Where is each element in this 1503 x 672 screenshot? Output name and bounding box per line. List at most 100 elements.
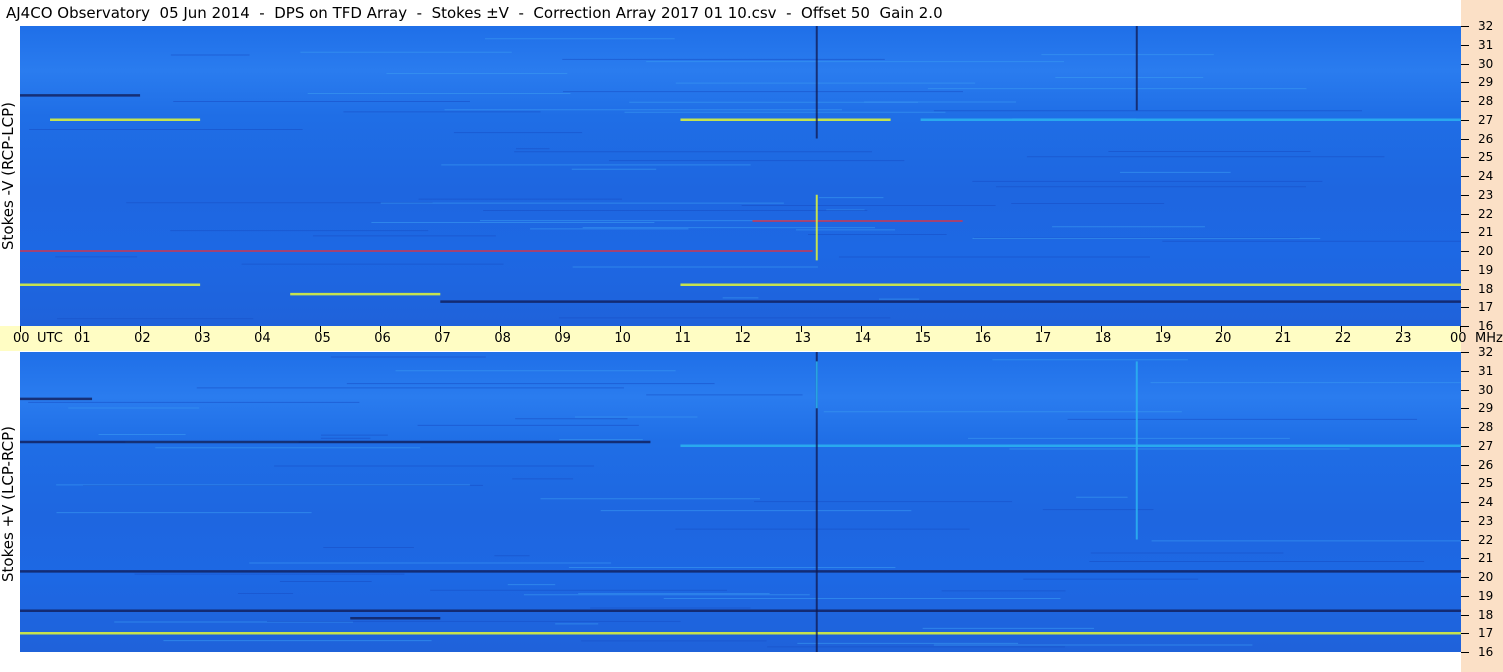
frequency-tick-label: 31 — [1478, 37, 1494, 52]
heatmap-top-panel — [20, 26, 1461, 326]
frequency-tick-label: 22 — [1478, 206, 1494, 221]
time-tick-label: 07 — [434, 331, 451, 346]
time-tick-label: 17 — [1034, 331, 1052, 346]
frequency-tick-label: 22 — [1478, 532, 1494, 547]
frequency-tick-mark — [1461, 288, 1469, 290]
frequency-tick-label: 25 — [1478, 476, 1494, 491]
frequency-tick-mark — [1461, 26, 1469, 27]
frequency-tick-label: 17 — [1478, 300, 1494, 315]
frequency-tick-mark — [1461, 595, 1469, 597]
frequency-tick-label: 31 — [1478, 363, 1494, 378]
time-tick-label: 22 — [1334, 331, 1352, 346]
frequency-tick-label: 30 — [1478, 382, 1494, 397]
frequency-tick-label: 27 — [1478, 438, 1494, 453]
frequency-tick-mark — [1461, 307, 1469, 309]
frequency-tick-label: 29 — [1478, 75, 1494, 90]
frequency-tick-mark — [1461, 119, 1469, 121]
frequency-tick-label: 25 — [1478, 150, 1494, 165]
time-tick-label: 18 — [1094, 331, 1112, 346]
frequency-tick-label: 16 — [1478, 319, 1494, 333]
time-tick-label: 06 — [374, 331, 391, 346]
frequency-tick-label: 19 — [1478, 262, 1494, 277]
frequency-tick-label: 24 — [1478, 495, 1494, 509]
frequency-tick-mark — [1461, 558, 1469, 560]
frequency-tick-mark — [1461, 194, 1469, 196]
time-axis-band — [0, 326, 1461, 351]
frequency-tick-label: 24 — [1478, 169, 1494, 183]
time-tick-label: 12 — [734, 331, 752, 346]
y-axis-label-bottom: Stokes +V (LCP-RCP) — [0, 426, 17, 582]
frequency-tick-label: 27 — [1478, 112, 1494, 127]
heatmap-bottom-canvas — [20, 352, 1461, 652]
frequency-tick-label: 28 — [1478, 420, 1494, 434]
frequency-tick-label: 32 — [1478, 19, 1494, 33]
frequency-tick-mark — [1461, 44, 1469, 46]
frequency-tick-mark — [1461, 352, 1469, 353]
time-tick-label: 03 — [194, 331, 211, 346]
time-tick-label: 11 — [674, 331, 691, 346]
time-tick-label: 04 — [254, 331, 271, 346]
frequency-tick-mark — [1461, 614, 1469, 616]
frequency-tick-label: 17 — [1478, 626, 1494, 641]
time-tick-label: 14 — [854, 331, 872, 346]
frequency-tick-mark — [1461, 63, 1469, 65]
time-tick-label: 08 — [494, 331, 511, 346]
frequency-tick-label: 23 — [1478, 187, 1494, 202]
frequency-axis-unit-label: MHz — [1475, 331, 1503, 346]
frequency-tick-mark — [1461, 408, 1469, 410]
frequency-tick-label: 20 — [1478, 570, 1494, 584]
frequency-tick-label: 20 — [1478, 244, 1494, 258]
frequency-tick-label: 30 — [1478, 56, 1494, 71]
time-tick-label: 15 — [914, 331, 932, 346]
frequency-tick-label: 19 — [1478, 588, 1494, 603]
y-axis-label-top: Stokes -V (RCP-LCP) — [0, 102, 17, 250]
time-axis-unit-label: UTC — [37, 331, 63, 346]
frequency-tick-mark — [1461, 502, 1469, 503]
time-tick-label: 02 — [134, 331, 151, 346]
frequency-tick-label: 29 — [1478, 401, 1494, 416]
frequency-tick-label: 26 — [1478, 131, 1494, 146]
frequency-tick-mark — [1461, 633, 1469, 635]
chart-title: AJ4CO Observatory 05 Jun 2014 - DPS on T… — [6, 4, 943, 22]
frequency-tick-mark — [1461, 82, 1469, 84]
heatmap-bottom-panel — [20, 352, 1461, 652]
frequency-tick-mark — [1461, 427, 1469, 428]
frequency-tick-label: 18 — [1478, 607, 1494, 622]
frequency-tick-label: 21 — [1478, 225, 1494, 240]
frequency-tick-label: 23 — [1478, 513, 1494, 528]
frequency-tick-label: 16 — [1478, 645, 1494, 659]
time-tick-label: 23 — [1394, 331, 1412, 346]
heatmap-top-canvas — [20, 26, 1461, 320]
time-tick-label: 20 — [1214, 331, 1232, 346]
time-tick-label: 10 — [614, 331, 631, 346]
frequency-tick-mark — [1461, 577, 1469, 578]
time-tick-label: 21 — [1274, 331, 1292, 346]
frequency-tick-mark — [1461, 652, 1469, 653]
time-tick-label: 13 — [794, 331, 812, 346]
frequency-tick-mark — [1461, 483, 1469, 485]
frequency-tick-mark — [1461, 464, 1469, 466]
frequency-tick-mark — [1461, 157, 1469, 159]
frequency-tick-label: 18 — [1478, 281, 1494, 296]
frequency-tick-mark — [1461, 326, 1469, 327]
time-tick-label: 01 — [74, 331, 91, 346]
time-tick-label: 19 — [1154, 331, 1172, 346]
frequency-tick-mark — [1461, 251, 1469, 252]
frequency-tick-label: 28 — [1478, 94, 1494, 108]
time-tick-label: 00 — [1450, 331, 1467, 346]
frequency-tick-mark — [1461, 213, 1469, 215]
frequency-tick-mark — [1461, 389, 1469, 391]
time-tick-label: 09 — [554, 331, 571, 346]
frequency-tick-mark — [1461, 269, 1469, 271]
time-tick-label: 05 — [314, 331, 331, 346]
frequency-tick-label: 32 — [1478, 345, 1494, 359]
frequency-tick-mark — [1461, 176, 1469, 177]
frequency-tick-mark — [1461, 101, 1469, 102]
time-tick-label: 00 — [13, 331, 30, 346]
frequency-tick-mark — [1461, 445, 1469, 447]
frequency-tick-mark — [1461, 539, 1469, 541]
frequency-tick-label: 21 — [1478, 551, 1494, 566]
frequency-tick-mark — [1461, 520, 1469, 522]
frequency-tick-mark — [1461, 370, 1469, 372]
frequency-tick-mark — [1461, 138, 1469, 140]
